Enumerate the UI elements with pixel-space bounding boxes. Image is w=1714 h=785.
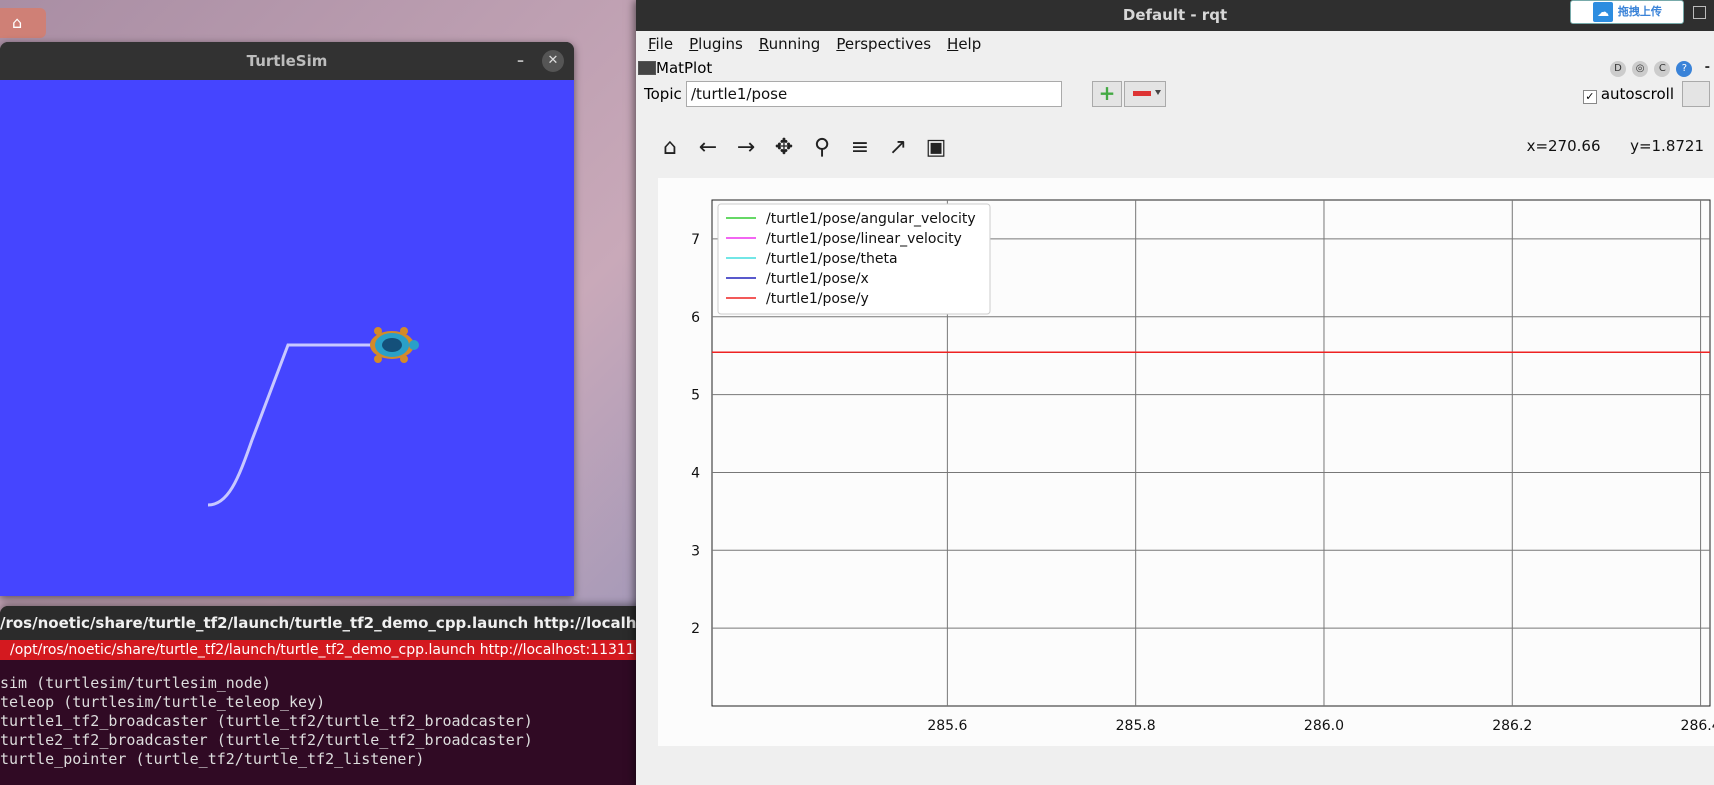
close-button[interactable]: ✕ (542, 50, 564, 72)
pan-icon[interactable]: ✥ (770, 135, 798, 169)
minus-icon (1133, 91, 1151, 96)
menu-help[interactable]: Help (947, 35, 981, 53)
menu-plugins[interactable]: Plugins (689, 35, 743, 53)
menu-running[interactable]: Running (759, 35, 820, 53)
back-icon[interactable]: ← (694, 135, 722, 169)
topic-label: Topic (644, 85, 682, 103)
plot-chart[interactable]: 2 3 4 5 6 7 285.6 285.8 286.0 286.2 286.4/turtle1/… (658, 178, 1714, 746)
home-icon[interactable]: ⌂ (656, 135, 684, 169)
home-icon: ⌂ (12, 13, 23, 32)
y-tick-label: 7 (691, 232, 700, 248)
window-button[interactable] (1693, 6, 1706, 19)
plot-toolbar: ⌂ ← → ✥ ⚲ ≡ ↗ ▣ (656, 135, 950, 169)
menu-perspectives[interactable]: Perspectives (836, 35, 931, 53)
coord-y: y=1.8721 (1630, 137, 1704, 155)
edit-curve-icon[interactable]: ↗ (884, 135, 912, 169)
turtle-trail (207, 343, 372, 507)
dock-button[interactable]: D (1610, 61, 1627, 77)
close-plugin-button[interactable]: - (1705, 60, 1710, 75)
help-button[interactable]: ? (1676, 61, 1693, 77)
upload-label: 拖拽上传 (1617, 5, 1662, 18)
save-icon[interactable]: ▣ (922, 135, 950, 169)
x-tick-label: 286.2 (1492, 718, 1532, 734)
terminal-title: /ros/noetic/share/turtle_tf2/launch/turt… (0, 614, 686, 632)
upload-widget[interactable]: ☁ 拖拽上传 (1570, 0, 1684, 24)
x-tick-label: 285.8 (1116, 718, 1156, 734)
y-tick-label: 6 (691, 310, 700, 326)
pause-button[interactable] (1682, 81, 1710, 107)
plot-area[interactable]: 2 3 4 5 6 7 285.6 285.8 286.0 286.2 286.4/turtle1/… (658, 178, 1714, 746)
plugin-controls: D ◎ C ? - (1608, 57, 1710, 79)
turtlesim-canvas (0, 80, 574, 596)
x-tick-label: 285.6 (927, 718, 967, 734)
y-tick-label: 3 (691, 543, 700, 559)
autoscroll-label: autoscroll (1600, 85, 1674, 103)
menu-bar: File Plugins Running Perspectives Help (636, 31, 1714, 57)
legend-label: /turtle1/pose/x (766, 271, 869, 287)
cloud-icon: ☁ (1593, 2, 1614, 22)
rqt-window: Default - rqt ☁ 拖拽上传 File Plugins Runnin… (636, 0, 1714, 785)
legend-label: /turtle1/pose/angular_velocity (766, 211, 976, 227)
configure-icon[interactable]: ≡ (846, 135, 874, 169)
y-tick-label: 5 (691, 388, 700, 404)
topic-row: Topic + ✓autoscroll (636, 79, 1714, 109)
rqt-titlebar[interactable]: Default - rqt ☁ 拖拽上传 (636, 0, 1714, 31)
plugin-title: MatPlot (656, 59, 713, 77)
matplot-icon (638, 61, 656, 75)
minimize-button[interactable]: – (517, 42, 524, 80)
rqt-title: Default - rqt (1122, 6, 1228, 24)
topic-input[interactable] (686, 81, 1062, 107)
x-tick-label: 286.0 (1304, 718, 1344, 734)
checkbox-icon: ✓ (1582, 90, 1597, 104)
forward-icon[interactable]: → (732, 135, 760, 169)
reload-button[interactable]: C (1654, 61, 1671, 77)
cursor-coords: x=270.66 y=1.8721 (1527, 137, 1704, 155)
plugin-header: MatPlot D ◎ C ? - (636, 57, 1714, 79)
turtle-icon (370, 327, 419, 363)
y-tick-label: 2 (691, 621, 700, 637)
zoom-icon[interactable]: ⚲ (808, 135, 836, 169)
add-topic-button[interactable]: + (1092, 81, 1122, 107)
turtlesim-window: TurtleSim – ✕ (0, 42, 574, 596)
legend-label: /turtle1/pose/y (766, 291, 869, 307)
settings-button[interactable]: ◎ (1632, 61, 1649, 77)
y-tick-label: 4 (691, 465, 700, 481)
autoscroll-checkbox[interactable]: ✓ autoscroll (1582, 85, 1674, 104)
coord-x: x=270.66 (1526, 137, 1601, 155)
turtle-trail-drawing (207, 327, 419, 507)
turtlesim-title: TurtleSim (246, 52, 328, 70)
chevron-down-icon (1155, 90, 1161, 95)
legend-label: /turtle1/pose/theta (766, 251, 898, 267)
desktop-home-button[interactable]: ⌂ (0, 8, 46, 38)
menu-file[interactable]: File (648, 35, 673, 53)
x-tick-label: 286.4 (1681, 718, 1714, 734)
remove-topic-button[interactable] (1124, 81, 1166, 107)
turtlesim-titlebar[interactable]: TurtleSim – ✕ (0, 42, 574, 80)
legend-label: /turtle1/pose/linear_velocity (766, 231, 962, 247)
